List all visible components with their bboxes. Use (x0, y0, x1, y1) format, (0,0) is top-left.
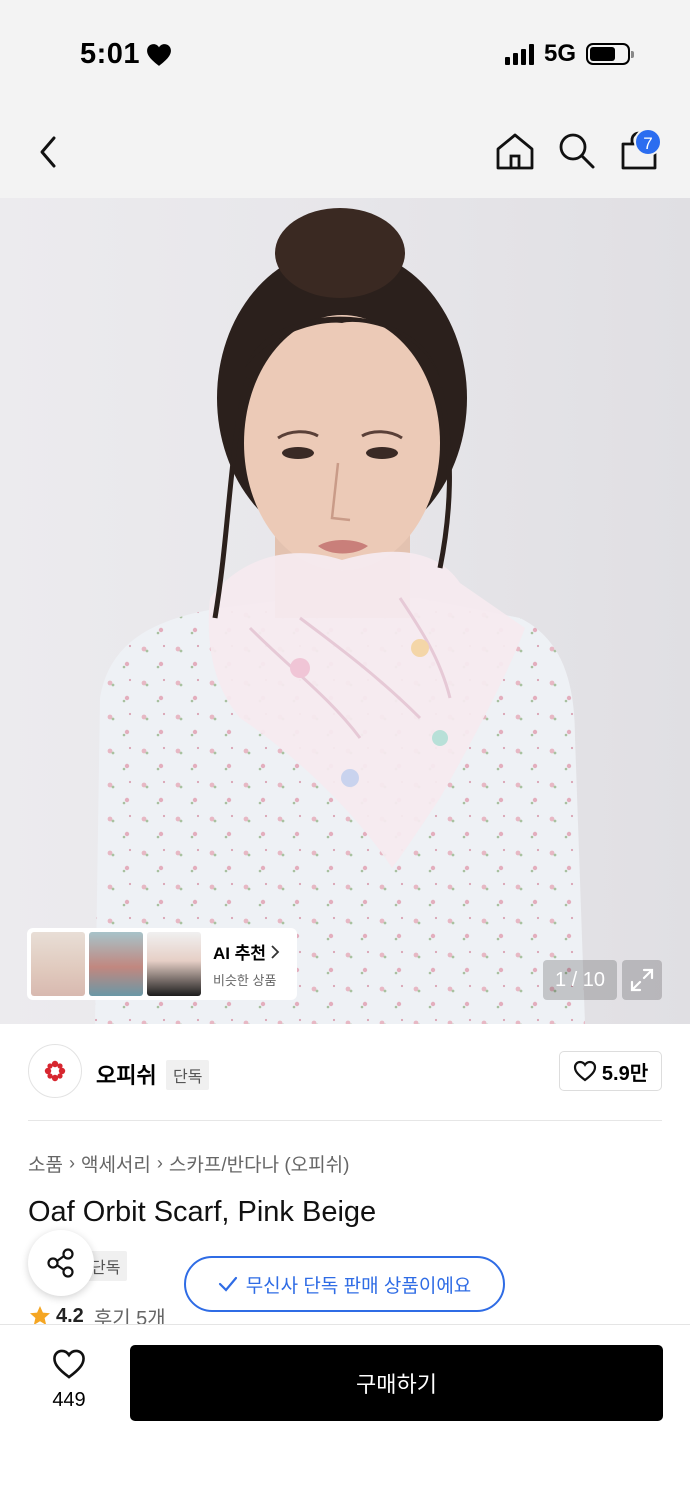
ai-recommend-title-text: AI 추천 (213, 944, 267, 963)
recommend-thumbnail[interactable] (89, 932, 143, 996)
brand-like-count: 5.9만 (601, 1062, 649, 1085)
heart-outline-icon (573, 1060, 596, 1082)
network-type: 5G (543, 40, 576, 67)
brand-logo[interactable] (28, 1044, 82, 1098)
ai-recommend-text: AI 추천 비슷한 상품 (213, 939, 280, 989)
product-image-carousel[interactable]: AI 추천 비슷한 상품 1 / 10 (0, 198, 690, 1024)
wishlist-button[interactable]: 449 (44, 1348, 94, 1412)
divider (28, 1120, 662, 1121)
brand-like-button[interactable]: 5.9만 (559, 1051, 662, 1091)
buy-button[interactable]: 구매하기 (130, 1345, 663, 1421)
share-button[interactable] (28, 1230, 94, 1296)
recommend-thumbnail[interactable] (31, 932, 85, 996)
heart-filled-icon (147, 43, 171, 66)
ai-recommend-title: AI 추천 (213, 939, 280, 964)
status-bar: 5:01 5G (0, 0, 690, 110)
battery-icon (586, 43, 634, 65)
top-nav (0, 110, 690, 198)
breadcrumb-item[interactable]: 액세서리 (81, 1150, 151, 1177)
status-time: 5:01 (80, 38, 172, 71)
exclusive-notice-pill[interactable]: 무신사 단독 판매 상품이에요 (184, 1256, 505, 1312)
status-indicators: 5G (504, 40, 634, 68)
back-arrow-icon[interactable] (30, 132, 70, 172)
search-icon[interactable] (556, 130, 596, 170)
breadcrumb: 소품 › 액세서리 › 스카프/반다나 (오피쉬) (28, 1150, 349, 1177)
expand-button[interactable] (622, 960, 662, 1000)
chevron-right-icon (271, 944, 280, 959)
exclusive-tag: 단독 (166, 1060, 210, 1090)
wishlist-count: 449 (52, 1389, 86, 1411)
product-title: Oaf Orbit Scarf, Pink Beige (28, 1196, 377, 1228)
home-icon[interactable] (494, 130, 536, 172)
breadcrumb-item[interactable]: 스카프/반다나 (오피쉬) (169, 1150, 350, 1177)
ai-recommend-subtitle: 비슷한 상품 (213, 973, 277, 988)
brand-logo-icon (44, 1060, 66, 1082)
breadcrumb-item[interactable]: 소품 (28, 1150, 63, 1177)
image-counter: 1 / 10 (543, 960, 617, 1000)
share-icon (47, 1248, 74, 1278)
exclusive-notice-text: 무신사 단독 판매 상품이에요 (245, 1275, 472, 1297)
check-icon (218, 1276, 237, 1292)
ai-recommend-card[interactable]: AI 추천 비슷한 상품 (27, 928, 297, 1000)
heart-outline-icon (53, 1349, 85, 1379)
time-text: 5:01 (80, 38, 141, 70)
product-photo (95, 208, 585, 1024)
chevron-right-icon: › (68, 1153, 75, 1173)
expand-icon (630, 968, 654, 992)
signal-icon (504, 43, 534, 65)
brand-name[interactable]: 오피쉬 (96, 1058, 157, 1090)
recommend-thumbnail[interactable] (147, 932, 201, 996)
chevron-right-icon: › (156, 1153, 163, 1173)
cart-count-badge: 7 (634, 128, 662, 156)
